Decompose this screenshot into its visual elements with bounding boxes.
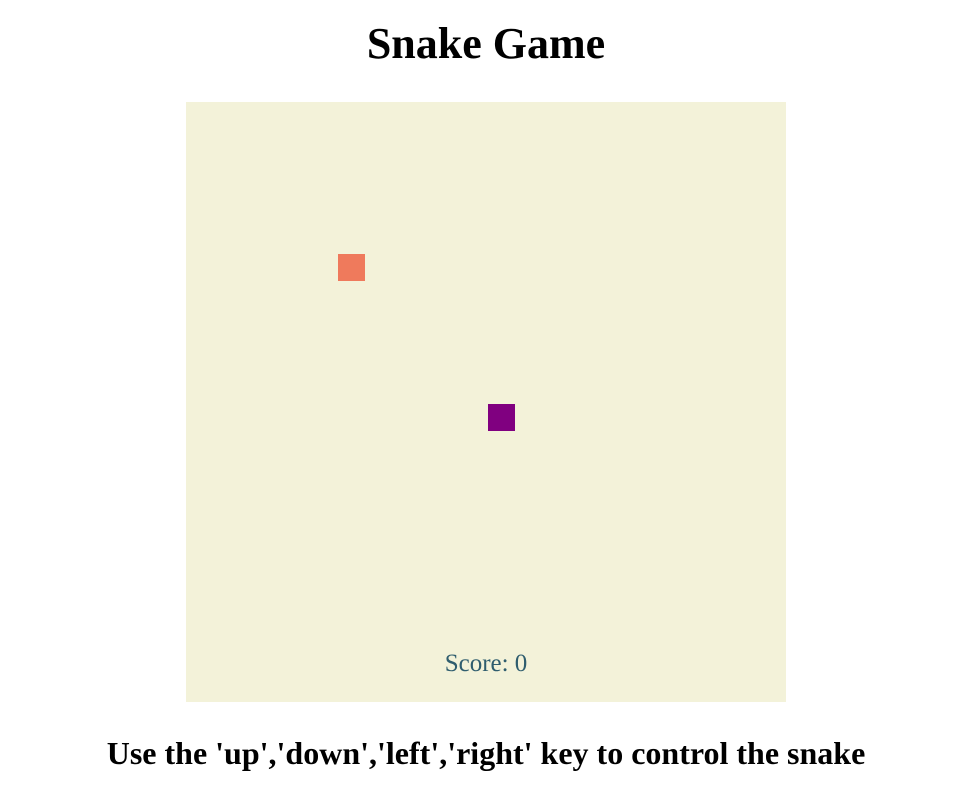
food-pellet: [337, 253, 365, 281]
page-title: Snake Game: [366, 19, 606, 68]
instructions-text: Use the 'up','down','left','right' key t…: [106, 735, 866, 771]
game-board[interactable]: Score: 0: [186, 102, 786, 702]
snake-head: [487, 403, 515, 431]
score-label: Score: 0: [444, 650, 528, 677]
